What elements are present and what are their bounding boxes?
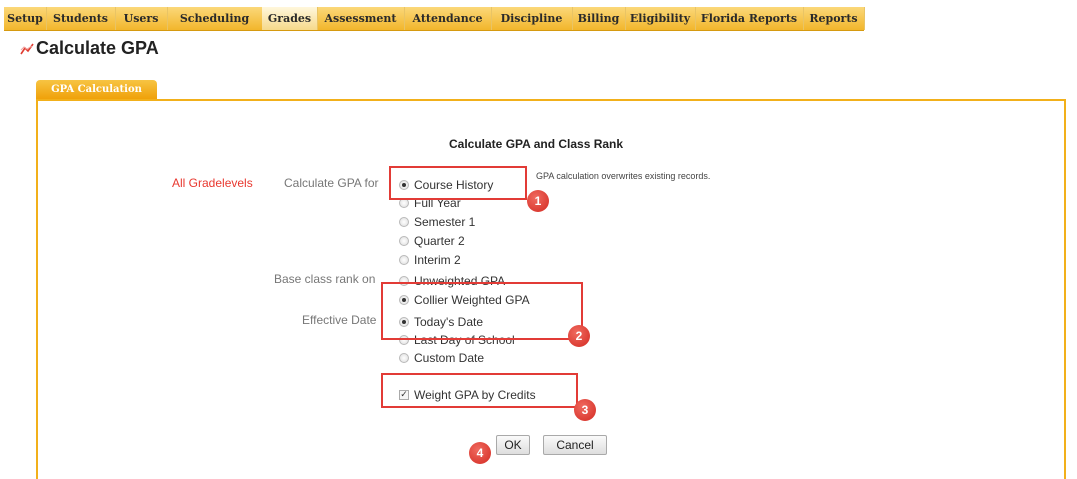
- radio-label-quarter-2: Quarter 2: [414, 234, 465, 248]
- calculate-for-label: Calculate GPA for: [284, 176, 379, 190]
- radio-semester-1[interactable]: [399, 217, 409, 227]
- annotation-badge-1: 1: [527, 190, 549, 212]
- top-nav: Setup Students Users Scheduling Grades A…: [0, 0, 1077, 31]
- nav-item-grades[interactable]: Grades: [262, 7, 318, 30]
- nav-item-reports[interactable]: Reports: [803, 7, 865, 30]
- effective-date-label: Effective Date: [302, 313, 377, 327]
- radio-interim-2[interactable]: [399, 255, 409, 265]
- gradelevels-link[interactable]: All Gradelevels: [172, 176, 253, 190]
- radio-label-interim-2: Interim 2: [414, 253, 461, 267]
- nav-item-discipline[interactable]: Discipline: [491, 7, 573, 30]
- nav-item-users[interactable]: Users: [115, 7, 168, 30]
- nav-item-eligibility[interactable]: Eligibility: [625, 7, 696, 30]
- highlight-box-3: [381, 373, 578, 408]
- nav-item-florida-reports[interactable]: Florida Reports: [695, 7, 804, 30]
- annotation-badge-3: 3: [574, 399, 596, 421]
- form-heading: Calculate GPA and Class Rank: [449, 137, 624, 151]
- ok-button[interactable]: OK: [496, 435, 530, 455]
- nav-item-billing[interactable]: Billing: [572, 7, 626, 30]
- nav-item-assessment[interactable]: Assessment: [317, 7, 405, 30]
- radio-custom-date[interactable]: [399, 353, 409, 363]
- highlight-box-2: [381, 282, 583, 340]
- rank-label: Base class rank on: [274, 272, 376, 286]
- nav-item-scheduling[interactable]: Scheduling: [167, 7, 263, 30]
- highlight-box-1: [389, 166, 527, 200]
- nav-item-students[interactable]: Students: [46, 7, 116, 30]
- nav-item-setup[interactable]: Setup: [4, 7, 47, 30]
- radio-label-semester-1: Semester 1: [414, 215, 476, 229]
- cancel-button[interactable]: Cancel: [543, 435, 607, 455]
- chart-icon: [20, 43, 34, 55]
- overwrite-note: GPA calculation overwrites existing reco…: [536, 171, 711, 181]
- page-title: Calculate GPA: [36, 38, 159, 58]
- tab-gpa-calculation[interactable]: GPA Calculation: [36, 80, 157, 100]
- radio-label-custom-date: Custom Date: [414, 351, 485, 365]
- nav-item-attendance[interactable]: Attendance: [404, 7, 492, 30]
- annotation-badge-2: 2: [568, 325, 590, 347]
- annotation-badge-4: 4: [469, 442, 491, 464]
- radio-quarter-2[interactable]: [399, 236, 409, 246]
